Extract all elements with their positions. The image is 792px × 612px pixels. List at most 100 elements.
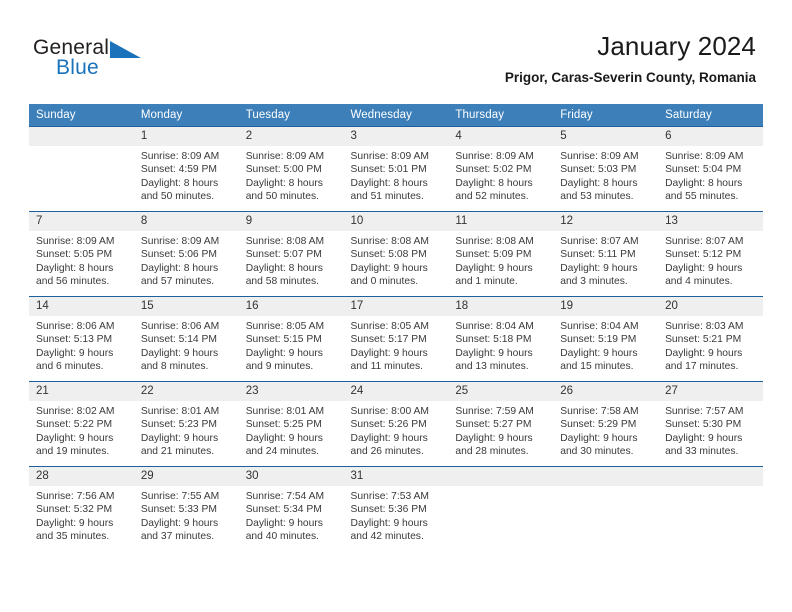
sunset-time: Sunset: 5:06 PM <box>140 249 217 261</box>
calendar-day-cell[interactable]: 20 Sunrise: 8:03 AM Sunset: 5:21 PM Dayligh… <box>658 296 763 382</box>
calendar-day-cell[interactable]: 8 Sunrise: 8:09 AM Sunset: 5:06 PM Daylight… <box>133 211 239 297</box>
daylight-duration-line1: Daylight: 9 hours <box>350 262 428 274</box>
calendar-day-cell[interactable]: 30 Sunrise: 7:54 AM Sunset: 5:34 PM Dayligh… <box>238 466 344 551</box>
daylight-duration-line2: and 57 minutes. <box>140 275 215 287</box>
calendar-day-cell[interactable]: 12 Sunrise: 8:07 AM Sunset: 5:11 PM Dayligh… <box>553 211 659 297</box>
calendar-day-cell[interactable]: 21 Sunrise: 8:02 AM Sunset: 5:22 PM Dayligh… <box>29 381 134 467</box>
calendar-day-cell[interactable]: 15 Sunrise: 8:06 AM Sunset: 5:14 PM Dayligh… <box>133 296 239 382</box>
sunrise-time: Sunrise: 7:59 AM <box>455 406 534 417</box>
day-number: 14 <box>29 297 134 316</box>
sunrise-time: Sunrise: 7:56 AM <box>36 491 115 502</box>
sunset-time: Sunset: 5:05 PM <box>36 249 113 261</box>
day-info: Sunrise: 8:01 AM Sunset: 5:25 PM Daylight:… <box>239 401 344 458</box>
day-info: Sunrise: 8:09 AM Sunset: 5:05 PM Daylight:… <box>29 231 134 288</box>
sunset-time: Sunset: 5:29 PM <box>560 419 637 431</box>
page-title: January 2024 <box>597 31 756 61</box>
calendar-day-cell-empty <box>448 466 554 551</box>
day-number: 4 <box>448 127 554 146</box>
day-cell-inner: 17 Sunrise: 8:05 AM Sunset: 5:17 PM Dayligh… <box>343 297 449 381</box>
daylight-duration-line1: Daylight: 9 hours <box>455 432 533 444</box>
day-number: 27 <box>658 382 763 401</box>
sunrise-time: Sunrise: 8:09 AM <box>560 151 639 162</box>
calendar-day-cell[interactable]: 31 Sunrise: 7:53 AM Sunset: 5:36 PM Dayligh… <box>343 466 449 551</box>
calendar-day-cell[interactable]: 17 Sunrise: 8:05 AM Sunset: 5:17 PM Dayligh… <box>343 296 449 382</box>
calendar-day-cell[interactable]: 28 Sunrise: 7:56 AM Sunset: 5:32 PM Dayligh… <box>29 466 134 551</box>
daylight-duration-line2: and 51 minutes. <box>350 190 424 202</box>
general-blue-logo: General Blue <box>33 36 173 82</box>
daylight-duration-line2: and 58 minutes. <box>245 275 319 287</box>
calendar-day-cell[interactable]: 14 Sunrise: 8:06 AM Sunset: 5:13 PM Dayligh… <box>29 296 134 382</box>
sunrise-time: Sunrise: 8:07 AM <box>665 236 744 247</box>
sunset-time: Sunset: 5:25 PM <box>245 419 322 431</box>
day-cell-inner: 23 Sunrise: 8:01 AM Sunset: 5:25 PM Dayligh… <box>238 382 344 466</box>
day-number: 17 <box>343 297 449 316</box>
calendar-day-cell[interactable]: 2 Sunrise: 8:09 AM Sunset: 5:00 PM Daylight… <box>238 126 344 212</box>
sunrise-time: Sunrise: 8:01 AM <box>140 406 220 417</box>
weekday-header-tuesday: Tuesday <box>238 104 344 127</box>
calendar-day-cell[interactable]: 23 Sunrise: 8:01 AM Sunset: 5:25 PM Dayligh… <box>238 381 344 467</box>
day-number: 13 <box>658 212 763 231</box>
calendar-day-cell[interactable]: 10 Sunrise: 8:08 AM Sunset: 5:08 PM Dayligh… <box>343 211 449 297</box>
calendar-day-cell[interactable]: 24 Sunrise: 8:00 AM Sunset: 5:26 PM Dayligh… <box>343 381 449 467</box>
day-number: 9 <box>238 212 344 231</box>
sunrise-time: Sunrise: 7:53 AM <box>350 491 429 502</box>
daylight-duration-line2: and 56 minutes. <box>36 275 110 287</box>
calendar-day-cell[interactable]: 29 Sunrise: 7:55 AM Sunset: 5:33 PM Dayligh… <box>133 466 239 551</box>
daylight-duration-line1: Daylight: 8 hours <box>350 177 428 189</box>
day-cell-inner <box>658 467 763 551</box>
daylight-duration-line2: and 50 minutes. <box>140 190 215 202</box>
calendar-day-cell[interactable]: 27 Sunrise: 7:57 AM Sunset: 5:30 PM Dayligh… <box>658 381 763 467</box>
day-number: 15 <box>133 297 239 316</box>
day-cell-inner: 4 Sunrise: 8:09 AM Sunset: 5:02 PM Daylight… <box>448 127 554 211</box>
daylight-duration-line1: Daylight: 8 hours <box>245 262 323 274</box>
sunrise-time: Sunrise: 8:06 AM <box>140 321 220 332</box>
sunset-time: Sunset: 5:26 PM <box>350 419 427 431</box>
calendar-day-cell[interactable]: 6 Sunrise: 8:09 AM Sunset: 5:04 PM Daylight… <box>658 126 763 212</box>
calendar-week-row: 28 Sunrise: 7:56 AM Sunset: 5:32 PM Dayligh… <box>29 466 763 551</box>
day-cell-inner: 30 Sunrise: 7:54 AM Sunset: 5:34 PM Dayligh… <box>238 467 344 551</box>
day-number: 28 <box>29 467 134 486</box>
daylight-duration-line2: and 17 minutes. <box>665 360 739 372</box>
day-number: 3 <box>343 127 449 146</box>
sunrise-time: Sunrise: 7:55 AM <box>140 491 220 502</box>
calendar-day-cell[interactable]: 18 Sunrise: 8:04 AM Sunset: 5:18 PM Dayligh… <box>448 296 554 382</box>
calendar-day-cell-empty <box>553 466 659 551</box>
daylight-duration-line2: and 6 minutes. <box>36 360 104 372</box>
calendar-day-cell[interactable]: 26 Sunrise: 7:58 AM Sunset: 5:29 PM Dayligh… <box>553 381 659 467</box>
daylight-duration-line2: and 52 minutes. <box>455 190 529 202</box>
calendar-day-cell[interactable]: 13 Sunrise: 8:07 AM Sunset: 5:12 PM Dayligh… <box>658 211 763 297</box>
sunset-time: Sunset: 5:32 PM <box>36 504 113 516</box>
sunrise-time: Sunrise: 8:04 AM <box>560 321 639 332</box>
weekday-header-monday: Monday <box>133 104 239 127</box>
calendar-day-cell[interactable]: 1 Sunrise: 8:09 AM Sunset: 4:59 PM Daylight… <box>133 126 239 212</box>
calendar-day-cell[interactable]: 19 Sunrise: 8:04 AM Sunset: 5:19 PM Dayligh… <box>553 296 659 382</box>
calendar-day-cell[interactable]: 5 Sunrise: 8:09 AM Sunset: 5:03 PM Daylight… <box>553 126 659 212</box>
calendar-day-cell[interactable]: 4 Sunrise: 8:09 AM Sunset: 5:02 PM Daylight… <box>448 126 554 212</box>
daylight-duration-line2: and 28 minutes. <box>455 445 529 457</box>
day-cell-inner <box>448 467 554 551</box>
calendar-week-row: 1 Sunrise: 8:09 AM Sunset: 4:59 PM Daylight… <box>29 126 763 212</box>
calendar-day-cell[interactable]: 25 Sunrise: 7:59 AM Sunset: 5:27 PM Dayligh… <box>448 381 554 467</box>
day-cell-inner: 21 Sunrise: 8:02 AM Sunset: 5:22 PM Dayligh… <box>29 382 134 466</box>
day-cell-inner: 19 Sunrise: 8:04 AM Sunset: 5:19 PM Dayligh… <box>553 297 659 381</box>
calendar-day-cell[interactable]: 16 Sunrise: 8:05 AM Sunset: 5:15 PM Dayligh… <box>238 296 344 382</box>
daylight-duration-line1: Daylight: 9 hours <box>665 432 743 444</box>
day-info: Sunrise: 7:55 AM Sunset: 5:33 PM Daylight:… <box>134 486 239 543</box>
daylight-duration-line2: and 50 minutes. <box>245 190 319 202</box>
day-number: 26 <box>553 382 659 401</box>
calendar-day-cell[interactable]: 7 Sunrise: 8:09 AM Sunset: 5:05 PM Daylight… <box>29 211 134 297</box>
calendar-day-cell[interactable]: 9 Sunrise: 8:08 AM Sunset: 5:07 PM Daylight… <box>238 211 344 297</box>
day-info: Sunrise: 7:53 AM Sunset: 5:36 PM Daylight:… <box>344 486 449 543</box>
calendar-day-cell[interactable]: 11 Sunrise: 8:08 AM Sunset: 5:09 PM Dayligh… <box>448 211 554 297</box>
daylight-duration-line2: and 0 minutes. <box>350 275 419 287</box>
day-info: Sunrise: 7:54 AM Sunset: 5:34 PM Daylight:… <box>239 486 344 543</box>
daylight-duration-line1: Daylight: 9 hours <box>140 432 219 444</box>
daylight-duration-line1: Daylight: 8 hours <box>140 177 219 189</box>
sunset-time: Sunset: 5:01 PM <box>350 164 427 176</box>
weekday-header-wednesday: Wednesday <box>343 104 449 127</box>
calendar-day-cell[interactable]: 22 Sunrise: 8:01 AM Sunset: 5:23 PM Dayligh… <box>133 381 239 467</box>
daylight-duration-line2: and 37 minutes. <box>140 530 215 542</box>
calendar-day-cell[interactable]: 3 Sunrise: 8:09 AM Sunset: 5:01 PM Daylight… <box>343 126 449 212</box>
sunset-time: Sunset: 5:00 PM <box>245 164 322 176</box>
day-cell-inner: 26 Sunrise: 7:58 AM Sunset: 5:29 PM Dayligh… <box>553 382 659 466</box>
